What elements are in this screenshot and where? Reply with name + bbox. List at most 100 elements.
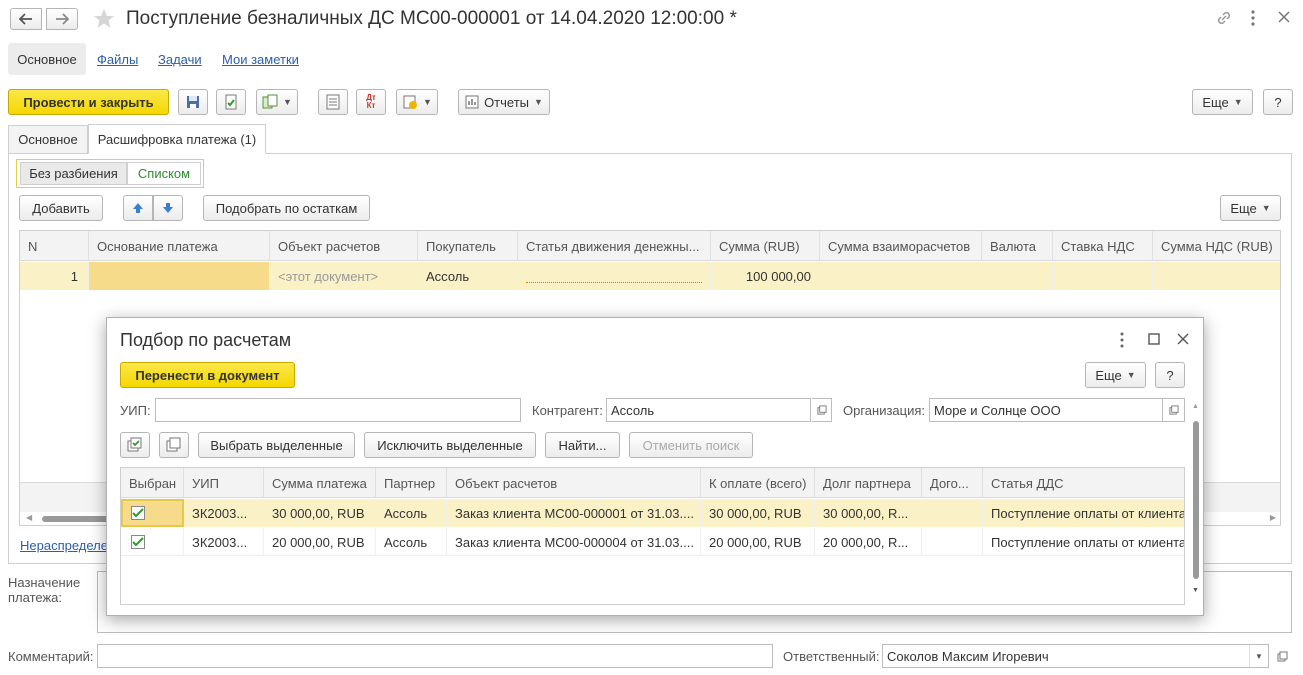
cell-buyer[interactable]: Ассоль [418, 262, 518, 290]
org-label: Организация: [843, 403, 926, 418]
cell-settle[interactable] [820, 262, 982, 290]
col-partner-debt[interactable]: Долг партнера [815, 468, 922, 498]
dialog-more-button[interactable]: Еще ▼ [1085, 362, 1146, 388]
link-icon[interactable] [1215, 9, 1233, 30]
cell-article[interactable] [518, 262, 711, 290]
scroll-right-icon[interactable]: ▶ [1270, 513, 1276, 522]
counterparty-open-button[interactable] [812, 398, 832, 422]
scroll-up-icon[interactable]: ▲ [1192, 403, 1199, 410]
transfer-to-document-button[interactable]: Перенести в документ [120, 362, 295, 388]
table-row[interactable]: ЗК2003... 30 000,00, RUB Ассоль Заказ кл… [121, 499, 1184, 527]
cell-selected[interactable] [121, 528, 184, 556]
list-more-button[interactable]: Еще ▼ [1220, 195, 1281, 221]
post-button[interactable] [216, 89, 246, 115]
col-contract[interactable]: Дого... [922, 468, 983, 498]
nav-tab-tasks[interactable]: Задачи [158, 52, 202, 67]
structure-button[interactable] [318, 89, 348, 115]
uip-input[interactable] [155, 398, 521, 422]
arrow-up-icon [133, 203, 143, 213]
responsible-dropdown[interactable]: ▼ [1249, 645, 1268, 667]
table-row[interactable]: ЗК2003... 20 000,00, RUB Ассоль Заказ кл… [121, 528, 1184, 556]
cell-object[interactable]: <этот документ> [270, 262, 418, 290]
menu-dots-icon[interactable] [1250, 9, 1256, 30]
responsible-field[interactable]: Соколов Максим Игоревич [882, 644, 1269, 668]
col-n[interactable]: N [20, 231, 89, 261]
reports-button[interactable]: Отчеты ▼ [458, 89, 550, 115]
dt-kt-button[interactable]: Дт Кт [356, 89, 386, 115]
scroll-left-icon[interactable]: ◀ [26, 513, 32, 522]
add-button[interactable]: Добавить [19, 195, 103, 221]
forward-button[interactable] [46, 8, 78, 30]
counterparty-input[interactable]: Ассоль [606, 398, 811, 422]
cell-vat-rate[interactable] [1053, 262, 1153, 290]
save-button[interactable] [178, 89, 208, 115]
pick-by-balances-button[interactable]: Подобрать по остаткам [203, 195, 370, 221]
col-settlement-object[interactable]: Объект расчетов [447, 468, 701, 498]
mode-list[interactable]: Списком [127, 162, 201, 185]
scroll-down-icon[interactable]: ▼ [1192, 587, 1199, 594]
help-button[interactable]: ? [1263, 89, 1293, 115]
print-button[interactable]: ▼ [396, 89, 438, 115]
favorite-star-icon[interactable] [92, 7, 116, 34]
dialog-menu-icon[interactable] [1119, 332, 1125, 351]
uncheck-all-button[interactable] [159, 432, 189, 458]
col-uip[interactable]: УИП [184, 468, 264, 498]
col-amount[interactable]: Сумма платежа [264, 468, 376, 498]
col-object[interactable]: Объект расчетов [270, 231, 418, 261]
dialog-title: Подбор по расчетам [120, 330, 292, 350]
responsible-open-button[interactable] [1272, 644, 1292, 668]
dialog-close-icon[interactable] [1177, 333, 1189, 348]
col-sum[interactable]: Сумма (RUB) [711, 231, 820, 261]
cell-currency[interactable] [982, 262, 1053, 290]
dialog-vertical-scrollbar[interactable]: ▲ ▼ [1191, 403, 1201, 603]
col-settle[interactable]: Сумма взаиморасчетов [820, 231, 982, 261]
cell-uip: ЗК2003... [184, 499, 264, 527]
org-open-button[interactable] [1163, 398, 1185, 422]
nav-tab-main[interactable]: Основное [8, 43, 86, 75]
col-article[interactable]: Статья движения денежны... [518, 231, 711, 261]
col-partner[interactable]: Партнер [376, 468, 447, 498]
check-all-icon [127, 437, 142, 452]
cell-sum[interactable]: 100 000,00 [711, 262, 820, 290]
nav-tab-notes[interactable]: Мои заметки [222, 52, 299, 67]
close-icon[interactable] [1278, 11, 1290, 26]
checkbox[interactable] [131, 506, 145, 520]
find-button[interactable]: Найти... [545, 432, 620, 458]
cell-selected[interactable] [121, 499, 184, 527]
cell-settlement-object: Заказ клиента МС00-000004 от 31.03.... [447, 528, 701, 556]
col-to-pay[interactable]: К оплате (всего) [701, 468, 815, 498]
dialog-help-button[interactable]: ? [1155, 362, 1185, 388]
col-buyer[interactable]: Покупатель [418, 231, 518, 261]
exclude-selected-button[interactable]: Исключить выделенные [364, 432, 536, 458]
col-basis[interactable]: Основание платежа [89, 231, 270, 261]
select-selected-button[interactable]: Выбрать выделенные [198, 432, 355, 458]
cell-vat-sum[interactable] [1153, 262, 1280, 290]
org-input[interactable]: Море и Солнце ООО [929, 398, 1163, 422]
comment-field[interactable] [97, 644, 773, 668]
cell-article-field[interactable] [526, 269, 702, 283]
table-row[interactable]: 1 <этот документ> Ассоль 100 000,00 [20, 262, 1280, 290]
back-button[interactable] [10, 8, 42, 30]
unallocated-link[interactable]: Нераспределе [20, 538, 108, 553]
col-dds-article[interactable]: Статья ДДС [983, 468, 1184, 498]
col-vat-rate[interactable]: Ставка НДС [1053, 231, 1153, 261]
doc-tab-main[interactable]: Основное [8, 125, 88, 153]
cancel-search-button[interactable]: Отменить поиск [629, 432, 753, 458]
scrollbar-thumb[interactable] [1193, 421, 1199, 579]
maximize-icon[interactable] [1148, 333, 1160, 348]
doc-tab-payment-breakdown[interactable]: Расшифровка платежа (1) [88, 124, 266, 154]
cell-partner: Ассоль [376, 528, 447, 556]
post-and-close-button[interactable]: Провести и закрыть [8, 89, 169, 115]
cell-basis[interactable] [89, 262, 270, 290]
more-button[interactable]: Еще ▼ [1192, 89, 1253, 115]
move-up-button[interactable] [123, 195, 153, 221]
col-vat-sum[interactable]: Сумма НДС (RUB) [1153, 231, 1280, 261]
mode-no-split[interactable]: Без разбиения [20, 162, 127, 185]
checkbox[interactable] [131, 535, 145, 549]
col-selected[interactable]: Выбран [121, 468, 184, 498]
check-all-button[interactable] [120, 432, 150, 458]
create-based-on-button[interactable]: ▼ [256, 89, 298, 115]
nav-tab-files[interactable]: Файлы [97, 52, 138, 67]
move-down-button[interactable] [153, 195, 183, 221]
col-currency[interactable]: Валюта [982, 231, 1053, 261]
